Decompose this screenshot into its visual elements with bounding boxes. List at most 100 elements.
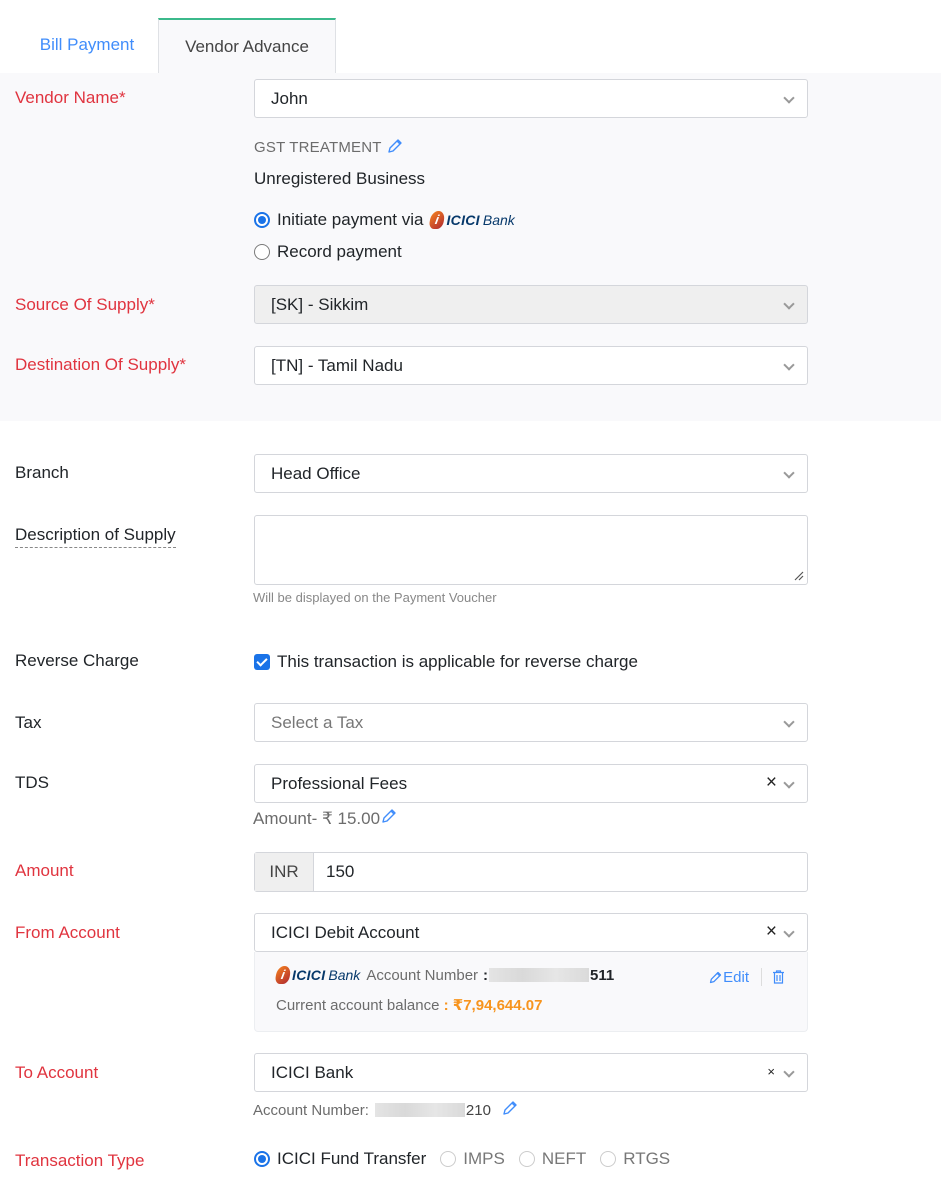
colon: :: [483, 966, 489, 984]
from-account-label: From Account: [15, 923, 120, 942]
icici-bank-logo: i ICICI Bank: [428, 211, 515, 229]
txn-option-label: NEFT: [541, 1149, 587, 1168]
edit-pencil-icon[interactable]: [380, 807, 398, 830]
tab-bill-payment[interactable]: Bill Payment: [18, 18, 156, 73]
transaction-type-options: ICICI Fund Transfer IMPS NEFT RTGS: [254, 1149, 684, 1169]
txn-option-neft[interactable]: NEFT: [518, 1149, 587, 1169]
vendor-name-select[interactable]: John: [254, 79, 808, 118]
reverse-charge-label: Reverse Charge: [15, 651, 139, 670]
reverse-charge-checkbox-label: This transaction is applicable for rever…: [277, 652, 638, 671]
to-account-value: ICICI Bank: [271, 1063, 354, 1082]
branch-select[interactable]: Head Office: [254, 454, 808, 493]
icici-mark-icon: i: [274, 966, 292, 984]
chevron-down-icon: [783, 716, 795, 728]
tax-placeholder: Select a Tax: [271, 713, 364, 732]
source-of-supply-value: [SK] - Sikkim: [271, 295, 369, 314]
description-label: Description of Supply: [15, 525, 176, 548]
chevron-down-icon: [783, 926, 795, 938]
amount-input[interactable]: 150: [326, 853, 354, 891]
chevron-down-icon: [783, 1066, 795, 1078]
gst-treatment-label-text: GST TREATMENT: [254, 138, 382, 156]
payment-mode-initiate[interactable]: Initiate payment via i ICICI Bank: [254, 210, 515, 230]
chevron-down-icon: [783, 359, 795, 371]
radio-unselected-icon[interactable]: [600, 1151, 617, 1167]
radio-unselected-icon[interactable]: [254, 244, 270, 260]
branch-label: Branch: [15, 463, 69, 482]
tab-bar: Bill Payment Vendor Advance: [0, 0, 941, 73]
from-account-number-label: Account Number: [366, 966, 479, 984]
radio-selected-icon[interactable]: [254, 1151, 270, 1167]
amount-input-group[interactable]: INR 150: [254, 852, 808, 892]
from-account-number-row: i ICICI Bank Account Number : 511: [274, 966, 615, 984]
divider: [761, 968, 762, 986]
icici-mark-icon: i: [428, 211, 447, 229]
txn-option-icici-fund-transfer[interactable]: ICICI Fund Transfer: [254, 1149, 426, 1169]
gst-treatment-value: Unregistered Business: [254, 169, 426, 188]
tds-label: TDS: [15, 773, 49, 792]
description-textarea[interactable]: [254, 515, 808, 585]
from-account-number-suffix: 511: [590, 966, 615, 984]
reverse-charge-checkbox-row[interactable]: This transaction is applicable for rever…: [254, 652, 638, 672]
radio-unselected-icon[interactable]: [440, 1151, 457, 1167]
currency-code: INR: [255, 853, 314, 891]
gst-treatment-label: GST TREATMENT: [254, 137, 404, 159]
icici-logo-bank: Bank: [482, 212, 515, 228]
tab-vendor-advance[interactable]: Vendor Advance: [158, 18, 336, 73]
tds-amount: Amount- ₹ 15.00: [253, 807, 398, 830]
txn-option-label: RTGS: [623, 1149, 671, 1168]
checkbox-checked-icon[interactable]: [254, 654, 270, 670]
to-account-number-suffix: 210: [465, 1101, 491, 1119]
edit-account-button[interactable]: Edit: [708, 969, 749, 986]
icici-logo-bank: Bank: [328, 967, 361, 983]
txn-option-label: ICICI Fund Transfer: [277, 1149, 427, 1168]
radio-selected-icon[interactable]: [254, 212, 270, 228]
edit-label: Edit: [723, 969, 749, 986]
destination-of-supply-value: [TN] - Tamil Nadu: [271, 356, 403, 375]
payment-mode-record[interactable]: Record payment: [254, 242, 402, 262]
colon: :: [443, 997, 449, 1014]
initiate-payment-label: Initiate payment via: [277, 210, 424, 229]
trash-icon[interactable]: [772, 970, 785, 984]
resize-handle-icon[interactable]: [792, 569, 804, 581]
edit-pencil-icon[interactable]: [501, 1099, 519, 1121]
amount-label: Amount: [15, 861, 74, 880]
vendor-name-value: John: [271, 89, 308, 108]
tds-select[interactable]: Professional Fees ×: [254, 764, 808, 803]
from-account-select[interactable]: ICICI Debit Account ×: [254, 913, 808, 952]
balance-value: ₹7,94,644.07: [452, 997, 543, 1014]
balance-row: Current account balance : ₹7,94,644.07: [276, 996, 542, 1014]
chevron-down-icon: [783, 467, 795, 479]
icici-bank-logo: i ICICI Bank: [274, 966, 361, 984]
tax-select[interactable]: Select a Tax: [254, 703, 808, 742]
txn-option-rtgs[interactable]: RTGS: [600, 1149, 670, 1169]
destination-of-supply-label: Destination Of Supply*: [15, 355, 187, 374]
destination-of-supply-select[interactable]: [TN] - Tamil Nadu: [254, 346, 808, 385]
vendor-name-label: Vendor Name*: [15, 88, 126, 107]
clear-icon[interactable]: ×: [766, 772, 777, 794]
to-account-number: Account Number: 210: [253, 1099, 519, 1121]
icici-logo-text: ICICI: [446, 212, 480, 228]
chevron-down-icon: [783, 777, 795, 789]
to-account-select[interactable]: ICICI Bank ×: [254, 1053, 808, 1092]
clear-icon[interactable]: ×: [766, 921, 777, 943]
masked-account-number: [489, 968, 590, 982]
to-account-number-label: Account Number:: [253, 1101, 369, 1119]
clear-icon[interactable]: ×: [767, 1061, 775, 1083]
branch-value: Head Office: [271, 464, 361, 483]
to-account-label: To Account: [15, 1063, 99, 1082]
radio-unselected-icon[interactable]: [518, 1151, 535, 1167]
record-payment-label: Record payment: [277, 242, 402, 261]
balance-label: Current account balance: [276, 997, 440, 1014]
transaction-type-label: Transaction Type: [15, 1151, 145, 1170]
txn-option-imps[interactable]: IMPS: [440, 1149, 505, 1169]
source-of-supply-select[interactable]: [SK] - Sikkim: [254, 285, 808, 324]
description-hint: Will be displayed on the Payment Voucher: [253, 590, 497, 605]
txn-option-label: IMPS: [463, 1149, 505, 1168]
chevron-down-icon: [783, 92, 795, 104]
edit-pencil-icon[interactable]: [386, 137, 404, 159]
tax-label: Tax: [15, 713, 42, 732]
icici-logo-text: ICICI: [292, 967, 326, 983]
from-account-value: ICICI Debit Account: [271, 923, 420, 942]
masked-account-number: [374, 1103, 465, 1117]
source-of-supply-label: Source Of Supply*: [15, 295, 155, 314]
